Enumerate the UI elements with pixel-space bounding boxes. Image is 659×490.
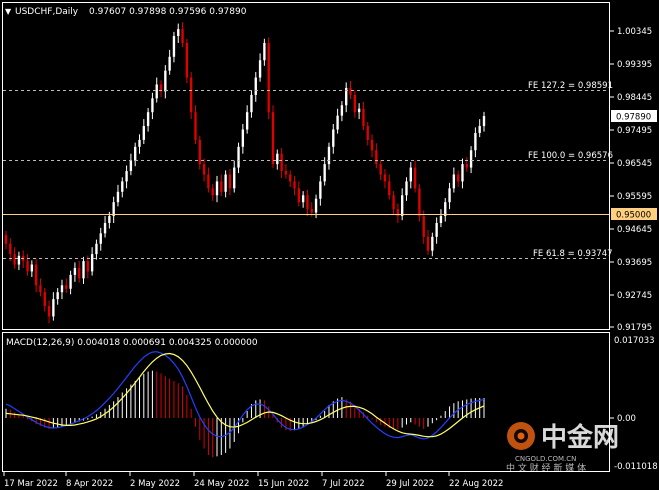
chart-ohlc-readout: 0.97607 0.97898 0.97596 0.97890 — [89, 7, 247, 17]
time-label: 29 Jul 2022 — [386, 479, 434, 489]
candle — [418, 184, 421, 222]
price-tick: 0.93695 — [617, 258, 652, 268]
current-price-text: 0.97890 — [616, 113, 651, 123]
watermark-tagline-text: 中 文 财 经 新 媒 体 — [506, 462, 586, 474]
fe-127-label: FE 127.2 = 0.98591 — [528, 81, 613, 91]
candle — [189, 72, 193, 120]
time-label: 15 Jun 2022 — [258, 479, 309, 489]
price-tick: 0.95595 — [617, 192, 652, 202]
time-label: 17 Mar 2022 — [4, 479, 58, 489]
price-tick: 0.91795 — [617, 323, 652, 333]
time-label: 7 Jul 2022 — [322, 479, 365, 489]
time-label: 22 Aug 2022 — [449, 479, 503, 489]
macd-tick: -0.011018 — [614, 462, 658, 472]
watermark-logo-text: 中金网 — [541, 422, 619, 453]
candle — [267, 37, 270, 120]
time-label: 2 May 2022 — [130, 479, 180, 489]
candle — [271, 105, 275, 169]
watermark-site-text: CNGOLD.COM.CN — [515, 455, 576, 463]
level-price-text: 0.95000 — [616, 211, 651, 221]
fe-100-label: FE 100.0 = 0.96576 — [528, 151, 613, 161]
fe-61-label: FE 61.8 = 0.93747 — [533, 249, 613, 259]
collapse-triangle-icon[interactable]: ▼ — [5, 7, 12, 16]
price-tick: 1.00345 — [617, 27, 652, 37]
price-tick: 0.96545 — [617, 159, 652, 169]
price-tick: 0.94645 — [617, 225, 652, 235]
macd-tick: 0.00 — [617, 414, 636, 424]
price-tick: 0.98445 — [617, 93, 652, 103]
time-label: 8 Apr 2022 — [66, 479, 113, 489]
price-tick: 0.99395 — [617, 60, 652, 70]
candle — [185, 38, 189, 84]
time-label: 24 May 2022 — [194, 479, 249, 489]
price-tick: 0.97495 — [617, 126, 652, 136]
price-tick: 0.92745 — [617, 291, 652, 301]
trading-chart[interactable]: 中金网 CNGOLD.COM.CN 中 文 财 经 新 媒 体 FE 127.2… — [0, 0, 659, 490]
chart-symbol-title: USDCHF,Daily — [15, 7, 79, 17]
macd-tick: 0.017033 — [614, 336, 655, 346]
macd-label: MACD(12,26,9) 0.004018 0.000691 0.004325… — [6, 338, 258, 348]
